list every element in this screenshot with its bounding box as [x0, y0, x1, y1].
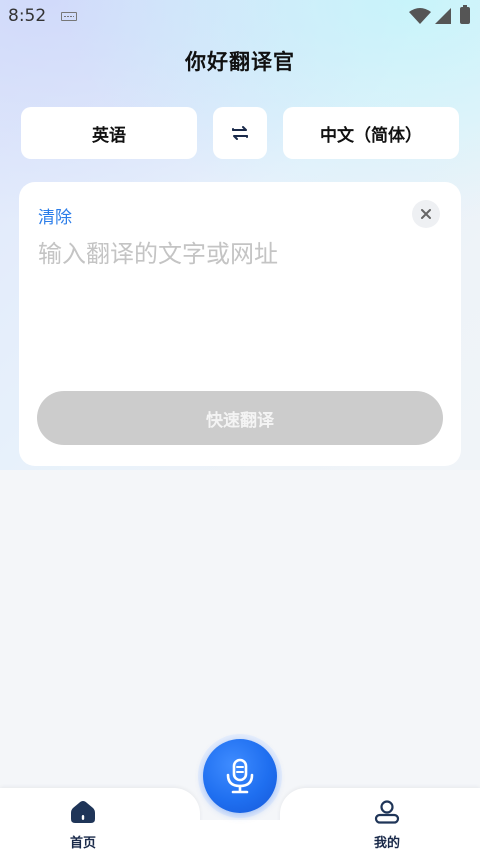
nav-item-home[interactable]: 首页	[43, 800, 123, 851]
translation-card: 清除 快速翻译	[19, 182, 461, 466]
close-button[interactable]	[412, 200, 440, 228]
status-time: 8:52	[8, 6, 47, 26]
bottom-nav-center	[190, 820, 290, 855]
keyboard-icon	[61, 12, 77, 21]
target-language-label: 中文（简体）	[320, 125, 422, 146]
voice-input-button[interactable]	[203, 739, 277, 813]
user-icon	[374, 800, 400, 824]
microphone-icon	[226, 758, 254, 794]
status-bar: 8:52	[0, 0, 480, 32]
battery-icon	[460, 5, 470, 24]
home-icon	[71, 801, 95, 823]
close-icon	[421, 209, 431, 219]
quick-translate-button[interactable]: 快速翻译	[37, 391, 443, 445]
quick-translate-label: 快速翻译	[206, 410, 274, 431]
source-language-label: 英语	[92, 125, 126, 146]
translation-input[interactable]	[38, 234, 438, 364]
clear-button[interactable]: 清除	[38, 203, 72, 228]
signal-icon	[435, 8, 451, 24]
page-title: 你好翻译官	[185, 50, 295, 74]
swap-languages-button[interactable]	[213, 107, 267, 159]
target-language-button[interactable]: 中文（简体）	[283, 107, 459, 159]
nav-mine-label: 我的	[373, 836, 400, 851]
source-language-button[interactable]: 英语	[21, 107, 197, 159]
swap-arrows-icon	[232, 126, 248, 140]
wifi-icon	[409, 8, 431, 24]
nav-item-mine[interactable]: 我的	[347, 800, 427, 851]
nav-home-label: 首页	[69, 836, 96, 851]
